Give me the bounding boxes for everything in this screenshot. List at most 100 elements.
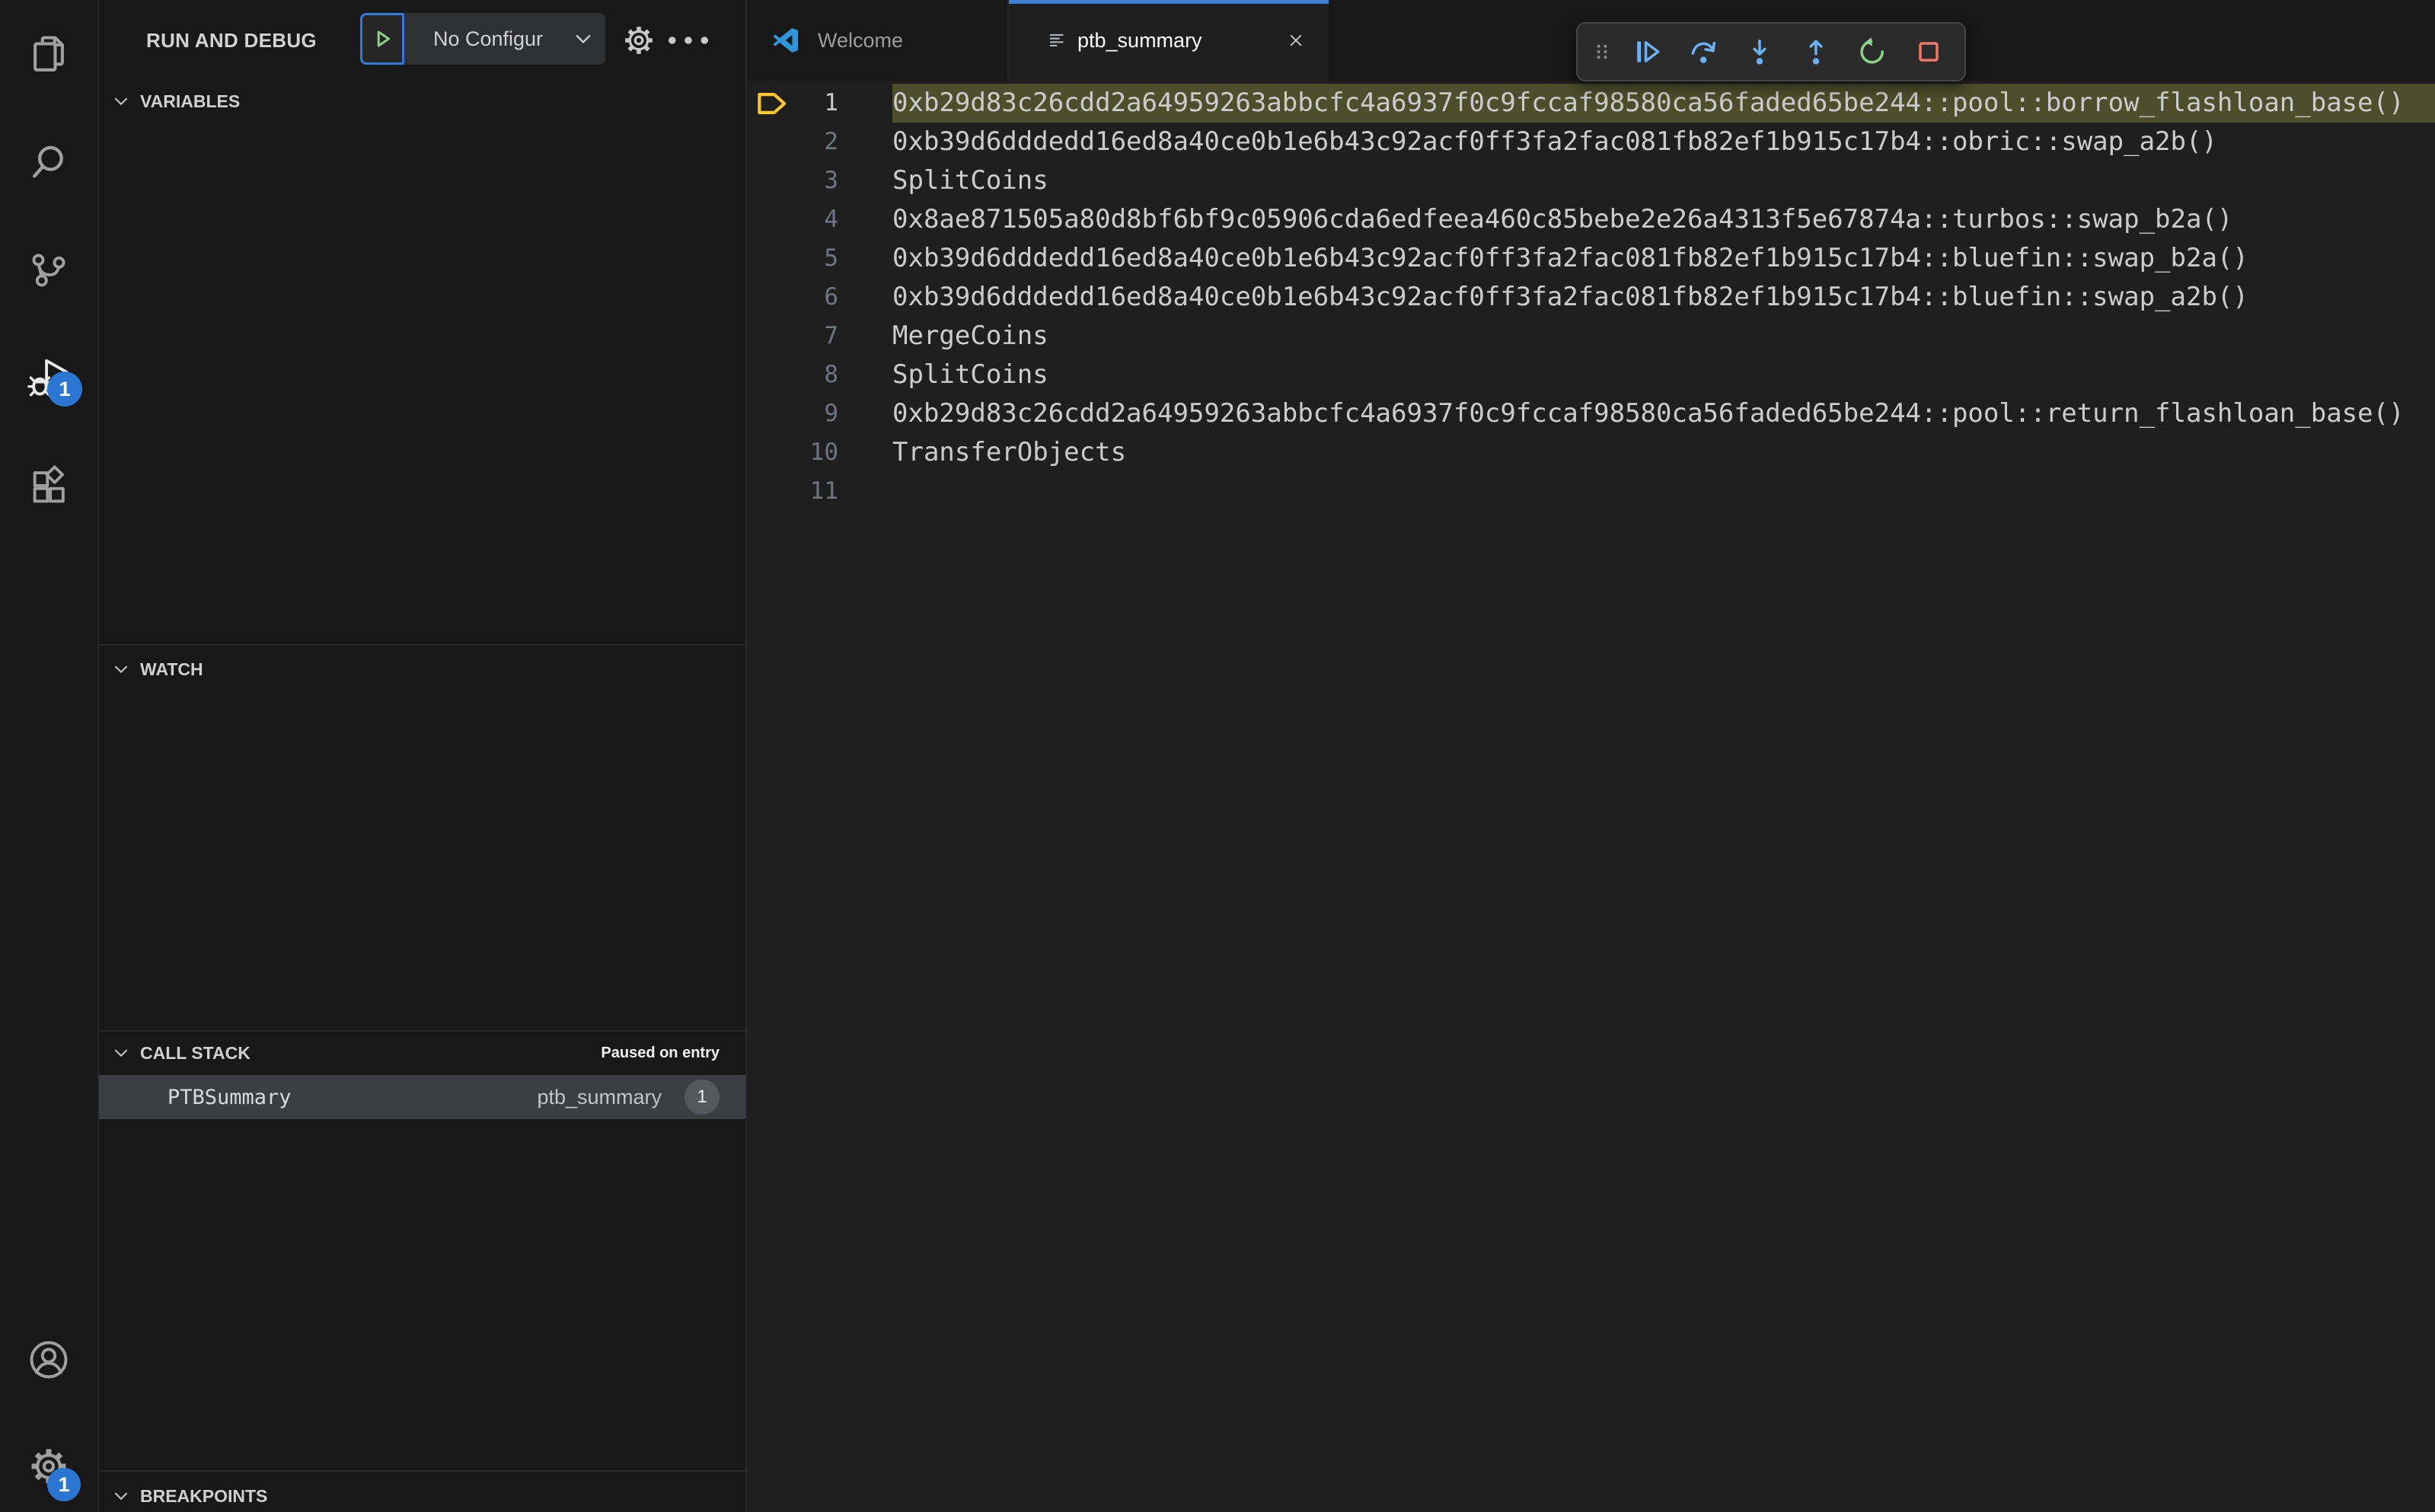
section-variables[interactable]: VARIABLES <box>99 85 745 117</box>
editor-group: Welcome ptb_summary 1 0xb29d83c26cdd2a64… <box>745 0 2435 1512</box>
code-line[interactable]: 1 0xb29d83c26cdd2a64959263abbcfc4a6937f0… <box>747 84 2435 123</box>
continue-button[interactable] <box>1619 22 1675 81</box>
code-line[interactable]: 8 SplitCoins <box>747 356 2435 394</box>
breakpoint-gutter[interactable] <box>747 394 797 433</box>
code-line[interactable]: 11 <box>747 472 2435 511</box>
chevron-down-icon <box>572 27 605 50</box>
breakpoint-gutter[interactable] <box>747 161 797 200</box>
section-label: BREAKPOINTS <box>140 1485 268 1506</box>
call-stack-frame-row[interactable]: PTBSummary ptb_summary 1 <box>99 1075 745 1119</box>
code-text[interactable] <box>892 472 2435 511</box>
explorer-icon <box>27 32 71 76</box>
launch-configuration-dropdown[interactable]: No Configur <box>360 13 605 65</box>
code-line[interactable]: 5 0xb39d6dddedd16ed8a40ce0b1e6b43c92acf0… <box>747 239 2435 278</box>
restart-button[interactable] <box>1844 22 1900 81</box>
code-text[interactable]: SplitCoins <box>892 161 2435 200</box>
vscode-window: 1 1 RUN AND DEBUG No Configur VARIABLES … <box>0 0 2435 1512</box>
activity-item-extensions[interactable] <box>0 432 97 541</box>
breakpoint-gutter[interactable] <box>747 239 797 278</box>
section-divider <box>99 1470 745 1472</box>
code-text[interactable]: TransferObjects <box>892 433 2435 472</box>
activity-item-run-and-debug[interactable]: 1 <box>0 324 97 432</box>
activity-item-source-control[interactable] <box>0 216 97 324</box>
code-text[interactable]: 0xb39d6dddedd16ed8a40ce0b1e6b43c92acf0ff… <box>892 278 2435 317</box>
source-control-icon <box>27 248 71 292</box>
line-number[interactable]: 1 <box>797 84 838 123</box>
tab-label: Welcome <box>818 28 904 52</box>
code-text[interactable]: 0xb29d83c26cdd2a64959263abbcfc4a6937f0c9… <box>892 394 2435 433</box>
code-text[interactable]: 0xb29d83c26cdd2a64959263abbcfc4a6937f0c9… <box>892 84 2435 123</box>
chevron-down-icon <box>111 91 131 111</box>
code-line[interactable]: 9 0xb29d83c26cdd2a64959263abbcfc4a6937f0… <box>747 394 2435 433</box>
activity-item-settings[interactable]: 1 <box>0 1421 97 1512</box>
breakpoint-gutter[interactable] <box>747 433 797 472</box>
code-line[interactable]: 7 MergeCoins <box>747 317 2435 356</box>
tab-ptb-summary[interactable]: ptb_summary <box>1009 0 1329 81</box>
line-number[interactable]: 7 <box>797 317 838 356</box>
call-stack-status: Paused on entry <box>601 1044 720 1061</box>
code-editor[interactable]: 1 0xb29d83c26cdd2a64959263abbcfc4a6937f0… <box>747 81 2435 511</box>
activity-item-account[interactable] <box>0 1309 97 1410</box>
debug-toolbar <box>1576 22 1966 81</box>
debug-current-line-arrow-icon <box>755 89 789 118</box>
step-out-button[interactable] <box>1788 22 1844 81</box>
debug-settings-gear-icon[interactable] <box>621 23 656 58</box>
line-number[interactable]: 4 <box>797 200 838 239</box>
code-line[interactable]: 4 0x8ae871505a80d8bf6bf9c05906cda6edfeea… <box>747 200 2435 239</box>
code-text[interactable]: 0xb39d6dddedd16ed8a40ce0b1e6b43c92acf0ff… <box>892 239 2435 278</box>
code-text[interactable]: 0xb39d6dddedd16ed8a40ce0b1e6b43c92acf0ff… <box>892 123 2435 161</box>
activity-item-search[interactable] <box>0 108 97 216</box>
stack-frame-badge: 1 <box>685 1080 720 1115</box>
start-debugging-button[interactable] <box>360 13 404 65</box>
breakpoint-gutter[interactable] <box>747 356 797 394</box>
section-breakpoints[interactable]: BREAKPOINTS <box>99 1480 745 1512</box>
step-into-button[interactable] <box>1731 22 1788 81</box>
code-text[interactable]: 0x8ae871505a80d8bf6bf9c05906cda6edfeea46… <box>892 200 2435 239</box>
activity-bar: 1 1 <box>0 0 99 1512</box>
section-divider <box>99 644 745 646</box>
line-number[interactable]: 9 <box>797 394 838 433</box>
stack-frame-name: PTBSummary <box>168 1085 292 1109</box>
code-line[interactable]: 10 TransferObjects <box>747 433 2435 472</box>
section-call-stack[interactable]: CALL STACK Paused on entry <box>99 1037 745 1069</box>
sidebar-header: RUN AND DEBUG No Configur <box>99 0 745 81</box>
launch-configuration-label: No Configur <box>432 27 544 50</box>
line-number[interactable]: 6 <box>797 278 838 317</box>
close-icon[interactable] <box>1286 30 1306 50</box>
code-text[interactable]: MergeCoins <box>892 317 2435 356</box>
section-label: CALL STACK <box>140 1042 251 1063</box>
section-label: WATCH <box>140 659 203 679</box>
line-number[interactable]: 2 <box>797 123 838 161</box>
breakpoint-gutter[interactable] <box>747 200 797 239</box>
breakpoint-gutter[interactable] <box>747 278 797 317</box>
settings-count-badge: 1 <box>47 1468 81 1501</box>
chevron-down-icon <box>111 659 131 679</box>
debug-count-badge: 1 <box>47 372 82 407</box>
account-icon <box>27 1338 71 1382</box>
line-number[interactable]: 11 <box>797 472 838 511</box>
breakpoint-gutter[interactable] <box>747 317 797 356</box>
section-watch[interactable]: WATCH <box>99 653 745 685</box>
breakpoint-gutter[interactable] <box>747 472 797 511</box>
tab-welcome[interactable]: Welcome <box>747 0 1009 81</box>
drag-handle-icon[interactable] <box>1585 22 1619 81</box>
line-number[interactable]: 3 <box>797 161 838 200</box>
code-line[interactable]: 2 0xb39d6dddedd16ed8a40ce0b1e6b43c92acf0… <box>747 123 2435 161</box>
line-number[interactable]: 5 <box>797 239 838 278</box>
breakpoint-gutter[interactable] <box>747 84 797 123</box>
code-text[interactable]: SplitCoins <box>892 356 2435 394</box>
step-over-button[interactable] <box>1675 22 1731 81</box>
search-icon <box>27 140 71 184</box>
extensions-icon <box>27 464 71 509</box>
line-number[interactable]: 10 <box>797 433 838 472</box>
activity-item-explorer[interactable] <box>0 0 97 108</box>
chevron-down-icon <box>111 1043 131 1063</box>
code-line[interactable]: 6 0xb39d6dddedd16ed8a40ce0b1e6b43c92acf0… <box>747 278 2435 317</box>
line-number[interactable]: 8 <box>797 356 838 394</box>
breakpoint-gutter[interactable] <box>747 123 797 161</box>
tab-label: ptb_summary <box>1077 28 1202 52</box>
stop-button[interactable] <box>1900 22 1957 81</box>
vscode-logo-icon <box>770 24 802 56</box>
views-more-actions-button[interactable] <box>665 30 711 51</box>
code-line[interactable]: 3 SplitCoins <box>747 161 2435 200</box>
